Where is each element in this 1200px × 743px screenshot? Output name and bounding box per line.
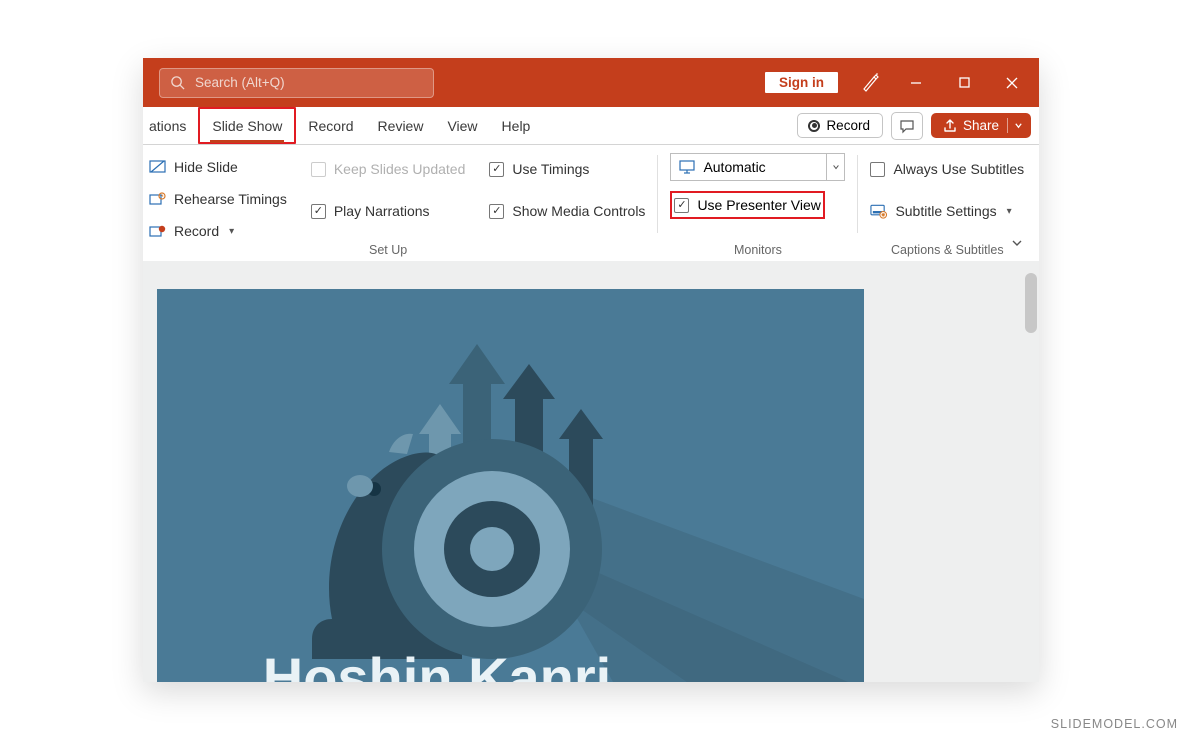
record-dropdown-icon: [149, 223, 166, 240]
checkbox-icon: ✓: [311, 204, 326, 219]
hide-slide-button[interactable]: Hide Slide: [149, 153, 287, 181]
ribbon: Hide Slide Rehearse Timings Record ▾ Kee…: [143, 145, 1039, 261]
chevron-down-icon: [826, 154, 844, 180]
slide-canvas-area: Hoshin Kanri: [143, 261, 1039, 682]
record-dropdown[interactable]: Record ▾: [149, 217, 287, 245]
tab-record[interactable]: Record: [296, 107, 365, 144]
comments-button[interactable]: [891, 112, 923, 140]
record-button-label: Record: [826, 118, 870, 133]
share-button[interactable]: Share: [931, 113, 1031, 138]
draw-icon[interactable]: [851, 58, 891, 107]
chevron-down-icon: [1010, 236, 1024, 250]
hide-slide-icon: [149, 159, 166, 176]
play-narrations-checkbox[interactable]: ✓ Play Narrations: [311, 197, 466, 225]
tab-review[interactable]: Review: [366, 107, 436, 144]
chevron-down-icon: ▾: [229, 226, 234, 237]
monitor-select[interactable]: Automatic: [670, 153, 845, 181]
show-media-controls-checkbox[interactable]: ✓ Show Media Controls: [489, 197, 645, 225]
search-placeholder: Search (Alt+Q): [195, 75, 285, 90]
monitor-icon: [679, 160, 695, 174]
use-presenter-view-label: Use Presenter View: [697, 197, 820, 213]
slide-graphic: Hoshin Kanri: [157, 289, 864, 682]
tab-view[interactable]: View: [435, 107, 489, 144]
checkbox-icon: [311, 162, 326, 177]
group-commands-left: Hide Slide Rehearse Timings Record ▾: [143, 145, 299, 261]
keep-slides-updated-label: Keep Slides Updated: [334, 161, 466, 177]
subtitle-settings-icon: [870, 203, 887, 220]
title-bar: Search (Alt+Q) Sign in: [143, 58, 1039, 107]
group-setup-col1: Keep Slides Updated ✓ Play Narrations Se…: [299, 145, 478, 261]
hide-slide-label: Hide Slide: [174, 159, 238, 175]
group-setup-col2: ✓ Use Timings ✓ Show Media Controls: [477, 145, 657, 261]
tab-slide-show[interactable]: Slide Show: [198, 107, 296, 144]
search-icon: [170, 75, 185, 90]
use-timings-checkbox[interactable]: ✓ Use Timings: [489, 155, 645, 183]
use-presenter-view-checkbox[interactable]: ✓ Use Presenter View: [670, 191, 824, 219]
record-dropdown-label: Record: [174, 223, 219, 239]
share-label: Share: [963, 118, 999, 133]
slide-preview[interactable]: Hoshin Kanri: [157, 289, 864, 682]
tab-partial[interactable]: ations: [145, 107, 198, 144]
app-window: Search (Alt+Q) Sign in ations Slide Show…: [143, 58, 1039, 682]
subtitle-settings-dropdown[interactable]: Subtitle Settings ▾: [870, 197, 1024, 225]
checkbox-icon: ✓: [489, 162, 504, 177]
vertical-scrollbar[interactable]: [1025, 273, 1037, 333]
use-timings-label: Use Timings: [512, 161, 589, 177]
search-input[interactable]: Search (Alt+Q): [159, 68, 434, 98]
watermark: SLIDEMODEL.COM: [1051, 717, 1178, 731]
checkbox-icon: ✓: [489, 204, 504, 219]
ribbon-collapse-button[interactable]: [1005, 231, 1029, 255]
checkbox-icon: [870, 162, 885, 177]
tabbar-right: Record Share: [797, 107, 1031, 144]
tab-help[interactable]: Help: [490, 107, 543, 144]
checkbox-icon: ✓: [674, 198, 689, 213]
show-media-controls-label: Show Media Controls: [512, 203, 645, 219]
record-dot-icon: [808, 120, 820, 132]
monitor-value: Automatic: [703, 159, 765, 175]
rehearse-timings-label: Rehearse Timings: [174, 191, 287, 207]
always-use-subtitles-label: Always Use Subtitles: [893, 161, 1024, 177]
subtitle-settings-label: Subtitle Settings: [895, 203, 996, 219]
close-button[interactable]: [989, 58, 1035, 107]
maximize-button[interactable]: [941, 58, 987, 107]
slide-title: Hoshin Kanri: [263, 646, 611, 682]
setup-group-label: Set Up: [299, 243, 478, 257]
record-button[interactable]: Record: [797, 113, 883, 138]
signin-button[interactable]: Sign in: [764, 71, 839, 94]
play-narrations-label: Play Narrations: [334, 203, 430, 219]
titlebar-right: Sign in: [764, 58, 1035, 107]
group-monitors: Automatic ✓ Use Presenter View Monitors: [658, 145, 857, 261]
monitors-group-label: Monitors: [658, 243, 857, 257]
rehearse-timings-button[interactable]: Rehearse Timings: [149, 185, 287, 213]
keep-slides-updated-checkbox: Keep Slides Updated: [311, 155, 466, 183]
rehearse-timings-icon: [149, 191, 166, 208]
comment-icon: [899, 118, 915, 134]
minimize-button[interactable]: [893, 58, 939, 107]
share-icon: [943, 119, 957, 133]
ribbon-tabs: ations Slide Show Record Review View Hel…: [143, 107, 1039, 145]
chevron-down-icon: ▾: [1007, 206, 1012, 217]
always-use-subtitles-checkbox[interactable]: Always Use Subtitles: [870, 155, 1024, 183]
chevron-down-icon: [1007, 118, 1023, 133]
